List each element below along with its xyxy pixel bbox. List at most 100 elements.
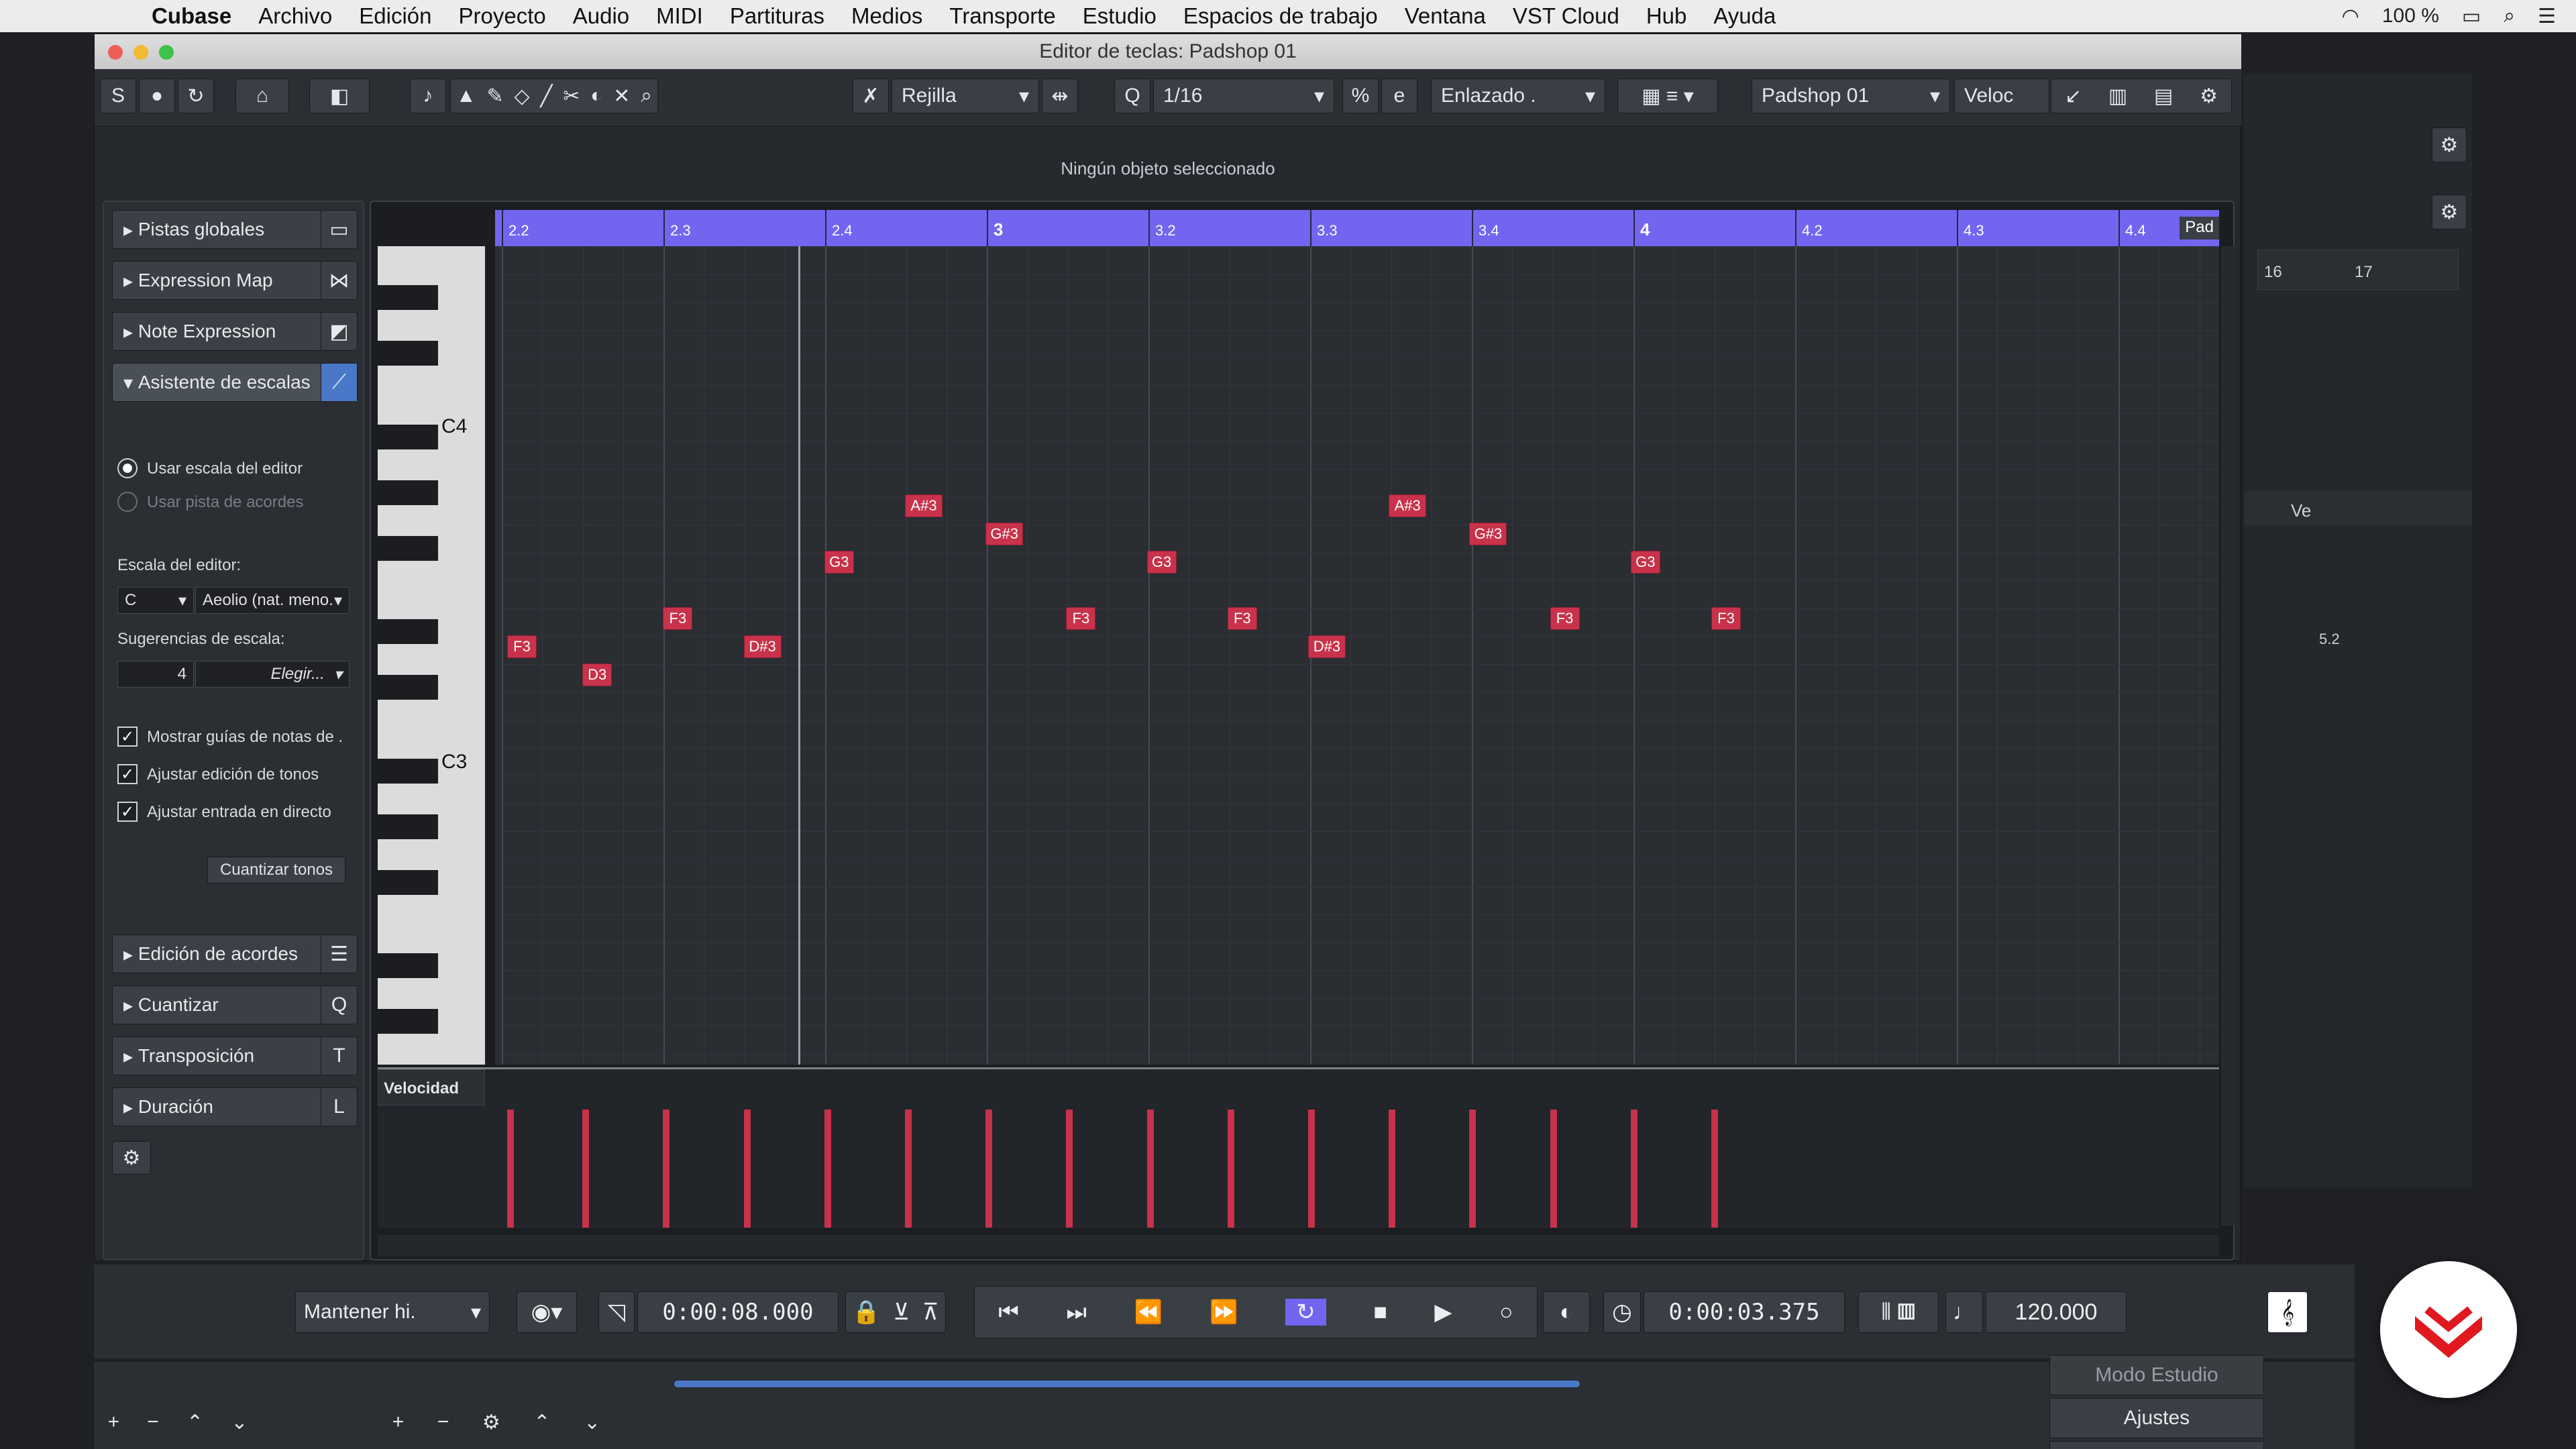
right-gear-icon-2[interactable]: ⚙ xyxy=(2432,195,2467,229)
black-key[interactable] xyxy=(378,480,438,505)
record-transport-icon[interactable]: ○ xyxy=(1499,1299,1513,1326)
quantize-tools-icon[interactable]: % xyxy=(1342,78,1379,113)
midi-note[interactable]: G#3 xyxy=(985,523,1024,545)
auto-quantize-icon[interactable]: ◐ xyxy=(1543,1291,1590,1333)
glue-icon[interactable]: ◐ xyxy=(590,85,602,107)
snap-toggle-icon[interactable]: ✗ xyxy=(853,78,889,113)
modo-estudio-button[interactable]: Modo Estudio xyxy=(2049,1355,2264,1395)
velocity-bar[interactable] xyxy=(1066,1110,1073,1228)
velocity-bar[interactable] xyxy=(1146,1110,1154,1228)
note-grid[interactable]: F3 D3 F3 D#3 G3 A#3 G#3 F3 G3 F3 D#3 A#3 G#3 F3 G3 F3 xyxy=(495,246,2219,1065)
menu-list-icon[interactable]: ☰ xyxy=(2538,5,2556,28)
suggestions-count[interactable]: 4 xyxy=(117,661,194,688)
black-key[interactable] xyxy=(378,341,438,366)
velocity-bar[interactable] xyxy=(1711,1110,1718,1228)
punch-icon[interactable]: ◹ xyxy=(598,1291,635,1333)
section-transpose[interactable]: ▸ Transposición T xyxy=(112,1036,358,1075)
menu-item[interactable]: VST Cloud xyxy=(1513,3,1619,29)
menu-item[interactable]: Ventana xyxy=(1405,3,1486,29)
bottom-zone-icon[interactable]: ▤ xyxy=(2154,85,2173,108)
quantize-dropdown[interactable]: 1/16 ▾ xyxy=(1153,78,1334,113)
scale-key-dropdown[interactable]: C ▾ xyxy=(117,587,194,614)
move-down-icon[interactable]: ⌄ xyxy=(584,1411,600,1434)
midi-note[interactable]: G3 xyxy=(824,551,854,574)
primary-time-display[interactable]: 0:00:03.375 xyxy=(1644,1291,1845,1333)
velocity-bar[interactable] xyxy=(743,1110,751,1228)
camera-icon[interactable]: ⌂ xyxy=(235,78,289,113)
midi-note[interactable]: A#3 xyxy=(1389,494,1427,517)
scale-mode-dropdown[interactable]: Aeolio (nat. meno. ▾ xyxy=(195,587,350,614)
midi-note[interactable]: F3 xyxy=(1550,607,1580,630)
pencil-icon[interactable]: ✎ xyxy=(486,85,503,108)
search-icon[interactable]: ⌕ xyxy=(2504,5,2515,28)
grid-spacing-icon[interactable]: ⇹ xyxy=(1042,78,1078,113)
menu-item[interactable]: Edición xyxy=(359,3,431,29)
quantize-pitch-button[interactable]: Cuantizar tonos xyxy=(207,857,345,883)
gear-icon[interactable]: ⚙ xyxy=(482,1411,500,1434)
play-icon[interactable]: ▶ xyxy=(1434,1299,1452,1326)
tempo-icon[interactable]: ♩ xyxy=(1945,1291,1983,1333)
black-key[interactable] xyxy=(378,814,438,839)
section-note-expression[interactable]: ▸ Note Expression ◩ xyxy=(112,312,358,351)
battery-icon[interactable]: ▭ xyxy=(2462,5,2481,28)
speaker-icon[interactable]: ♪ xyxy=(410,78,446,113)
move-up-icon[interactable]: ⌃ xyxy=(186,1411,203,1434)
inspector-settings-gear-icon[interactable]: ⚙ xyxy=(112,1141,151,1175)
velocity-lane[interactable]: Velocidad xyxy=(378,1067,2219,1228)
parts-icon[interactable]: ▦ ≡ ▾ xyxy=(1617,78,1718,113)
velocity-dropdown[interactable]: Veloc xyxy=(1954,78,2049,113)
section-expression-map[interactable]: ▸ Expression Map ⋈ xyxy=(112,261,358,300)
record-icon[interactable]: ● xyxy=(139,78,175,113)
velocity-bar[interactable] xyxy=(507,1110,514,1228)
midi-note[interactable]: G#3 xyxy=(1469,523,1507,545)
black-key[interactable] xyxy=(378,675,438,700)
move-down-icon[interactable]: ⌄ xyxy=(231,1411,248,1434)
track-dropdown[interactable]: Padshop 01 ▾ xyxy=(1752,78,1950,113)
velocity-bar[interactable] xyxy=(1469,1110,1477,1228)
eraser-icon[interactable]: ◇ xyxy=(514,85,529,108)
sync-icons[interactable]: ⫴ ▥ xyxy=(1858,1291,1939,1333)
menu-item[interactable]: Audio xyxy=(573,3,629,29)
add-icon[interactable]: + xyxy=(392,1411,405,1434)
add-icon[interactable]: + xyxy=(108,1411,120,1434)
black-key[interactable] xyxy=(378,619,438,645)
scissors-icon[interactable]: ✂ xyxy=(563,85,580,108)
cycle-icon[interactable]: ↻ xyxy=(1285,1299,1326,1326)
checkbox-snap-live[interactable]: ✓ xyxy=(117,802,138,822)
velocity-bar[interactable] xyxy=(985,1110,993,1228)
midi-note[interactable]: G3 xyxy=(1630,551,1660,574)
time-clock-icon[interactable]: ◷ xyxy=(1603,1291,1641,1333)
go-to-start-icon[interactable]: ⏮ xyxy=(998,1299,1019,1326)
metronome-dropdown[interactable]: ◉▾ xyxy=(517,1291,577,1333)
velocity-bar[interactable] xyxy=(1227,1110,1234,1228)
midi-note[interactable]: F3 xyxy=(507,635,537,658)
velocity-bar[interactable] xyxy=(904,1110,912,1228)
radio-editor-scale[interactable] xyxy=(117,458,138,478)
velocity-bar[interactable] xyxy=(1550,1110,1557,1228)
black-key[interactable] xyxy=(378,758,438,784)
vertical-scrollbar[interactable] xyxy=(2221,246,2235,1226)
section-chord-editing[interactable]: ▸ Edición de acordes ☰ xyxy=(112,934,358,973)
midi-note[interactable]: F3 xyxy=(663,607,693,630)
checkbox-snap-pitch[interactable]: ✓ xyxy=(117,764,138,784)
line-icon[interactable]: ╱ xyxy=(540,85,552,108)
black-key[interactable] xyxy=(378,869,438,895)
lock-icon[interactable]: 🔒 xyxy=(852,1299,880,1326)
black-key[interactable] xyxy=(378,953,438,979)
snap-mode-dropdown[interactable]: Enlazado . ▾ xyxy=(1431,78,1605,113)
length-icon[interactable]: e xyxy=(1381,78,1417,113)
go-to-end-icon[interactable]: ⏭ xyxy=(1066,1299,1087,1326)
mute-icon[interactable]: ✕ xyxy=(613,85,630,108)
menu-item[interactable]: Transporte xyxy=(949,3,1055,29)
velocity-bar[interactable] xyxy=(1389,1110,1396,1228)
quantize-icon[interactable]: Q xyxy=(1114,78,1150,113)
midi-note[interactable]: D3 xyxy=(582,663,612,686)
velocity-bar[interactable] xyxy=(1630,1110,1638,1228)
radio-chord-track[interactable] xyxy=(117,492,138,512)
menu-item[interactable]: Hub xyxy=(1646,3,1687,29)
zoom-window-button[interactable] xyxy=(159,45,174,60)
piano-keyboard[interactable]: C4 C3 xyxy=(378,246,485,1065)
right-gear-icon[interactable]: ⚙ xyxy=(2432,127,2467,162)
layout-icon[interactable]: ◧ xyxy=(309,78,370,113)
loop-icon[interactable]: ↻ xyxy=(178,78,214,113)
